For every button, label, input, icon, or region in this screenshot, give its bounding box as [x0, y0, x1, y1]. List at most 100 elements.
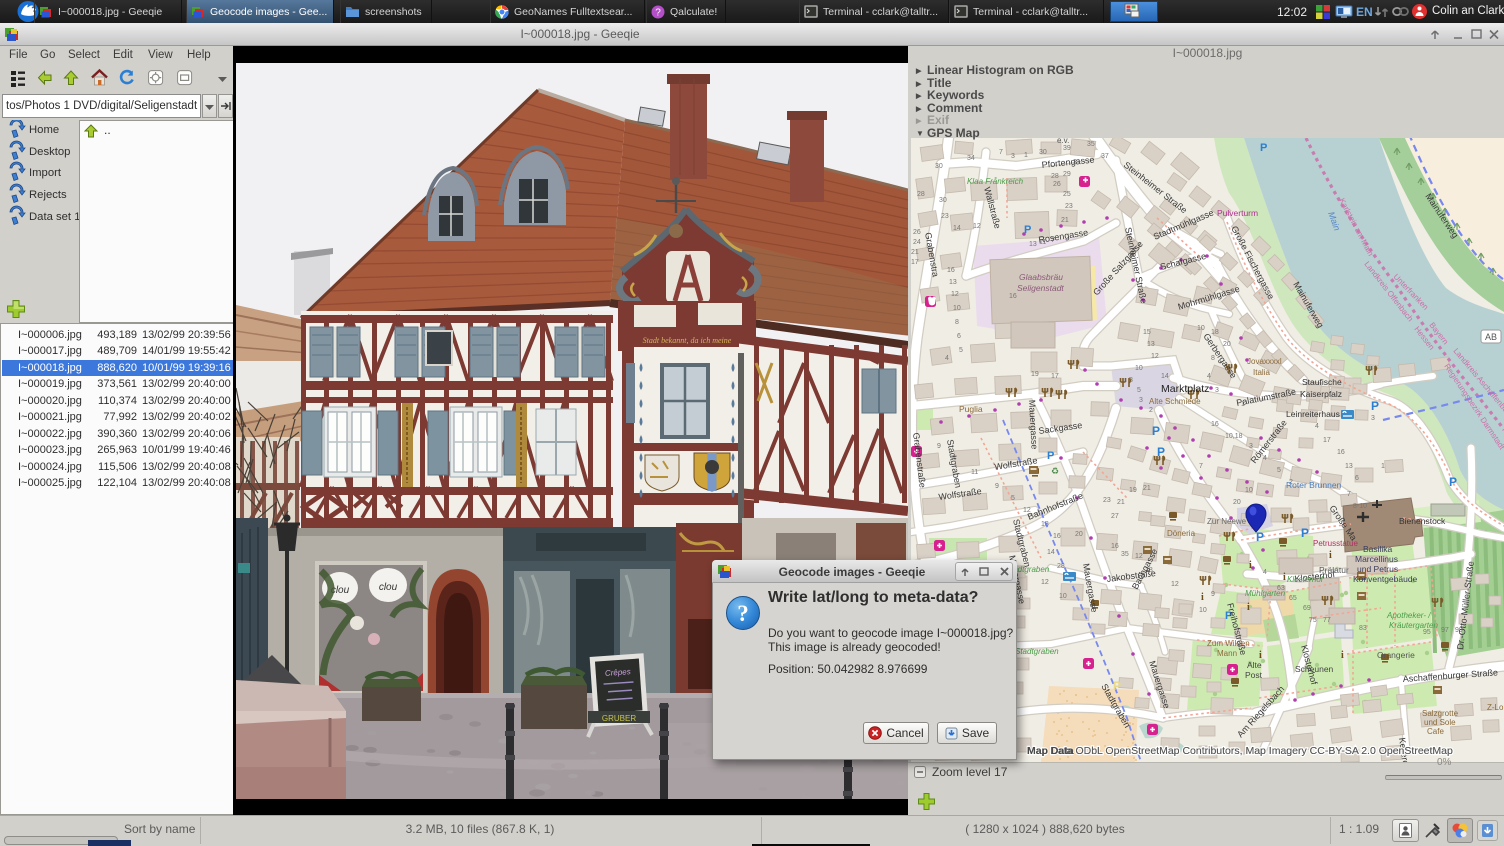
svg-text:Scheunen: Scheunen	[1295, 664, 1334, 674]
svg-text:16: 16	[1009, 293, 1017, 300]
svg-text:P: P	[1260, 142, 1267, 154]
svg-text:19: 19	[1129, 487, 1137, 494]
svg-text:10: 10	[1197, 325, 1205, 332]
svg-text:Glaabsbräu: Glaabsbräu	[1019, 272, 1063, 282]
svg-text:P: P	[1256, 530, 1264, 544]
svg-text:Kaiserpfalz: Kaiserpfalz	[1300, 389, 1342, 399]
svg-text:23: 23	[1065, 203, 1073, 210]
svg-text:31: 31	[1073, 159, 1081, 166]
svg-text:Sackgasse: Sackgasse	[1038, 420, 1083, 436]
svg-text:1: 1	[1381, 463, 1385, 470]
svg-text:12: 12	[1135, 553, 1143, 560]
svg-text:4: 4	[1263, 569, 1267, 576]
svg-text:Italia: Italia	[1253, 368, 1270, 377]
svg-text:16: 16	[1337, 449, 1345, 456]
svg-text:Apotheker- /: Apotheker- /	[1386, 611, 1431, 620]
svg-text:23: 23	[941, 213, 949, 220]
svg-text:23: 23	[1103, 497, 1111, 504]
svg-text:21: 21	[1143, 485, 1151, 492]
svg-text:Palatiumstraße: Palatiumstraße	[1235, 387, 1296, 408]
svg-text:3: 3	[1371, 415, 1375, 422]
svg-text:37: 37	[1101, 153, 1109, 160]
svg-text:Z-Lo: Z-Lo	[1487, 703, 1504, 712]
svg-text:?: ?	[655, 7, 661, 18]
svg-text:18: 18	[1041, 521, 1049, 528]
svg-text:13: 13	[1147, 341, 1155, 348]
svg-text:AB: AB	[1485, 332, 1497, 342]
svg-text:Seligenstadt: Seligenstadt	[1017, 283, 1064, 293]
svg-text:2: 2	[1149, 407, 1153, 414]
svg-text:Am Riegelsbach: Am Riegelsbach	[1235, 684, 1286, 739]
svg-text:12: 12	[1171, 581, 1179, 588]
svg-text:Dr.-Otto-Müller-Straße: Dr.-Otto-Müller-Straße	[1455, 561, 1476, 651]
svg-text:Karlstein am Main: Karlstein am Main	[1337, 197, 1375, 258]
svg-text:8-10: 8-10	[1353, 503, 1367, 510]
svg-text:Roter Brunnen: Roter Brunnen	[1286, 480, 1342, 490]
svg-text:Pulverturm: Pulverturm	[1217, 208, 1258, 218]
svg-text:75: 75	[1309, 617, 1317, 624]
svg-text:14: 14	[953, 225, 961, 232]
svg-text:10: 10	[1135, 365, 1143, 372]
svg-text:5: 5	[959, 347, 963, 354]
svg-text:3: 3	[1011, 153, 1015, 160]
svg-text:4: 4	[1315, 423, 1319, 430]
svg-text:i: i	[1283, 572, 1286, 583]
svg-text:Marcellinus: Marcellinus	[1355, 554, 1398, 564]
svg-text:Konventgebäude: Konventgebäude	[1353, 574, 1418, 584]
svg-text:3: 3	[1215, 387, 1219, 394]
svg-text:26: 26	[913, 229, 921, 236]
svg-text:15: 15	[1143, 329, 1151, 336]
svg-text:Pfortengasse: Pfortengasse	[1041, 154, 1095, 169]
svg-text:77: 77	[1323, 617, 1331, 624]
svg-text:Döneria: Döneria	[1167, 529, 1196, 538]
svg-text:20: 20	[1233, 499, 1241, 506]
svg-text:Cafe: Cafe	[1427, 727, 1444, 736]
svg-text:69: 69	[1303, 605, 1311, 612]
svg-text:Stadtgraben: Stadtgraben	[1015, 647, 1059, 656]
svg-text:9: 9	[995, 483, 999, 490]
svg-text:35: 35	[1121, 551, 1129, 558]
svg-text:Prälatur: Prälatur	[1319, 565, 1349, 575]
svg-text:Grabenstra: Grabenstra	[923, 232, 941, 278]
svg-text:29: 29	[1063, 171, 1071, 178]
svg-text:P: P	[1024, 224, 1031, 236]
svg-text:Main: Main	[1326, 210, 1342, 232]
svg-text:20: 20	[1075, 531, 1083, 538]
svg-text:21: 21	[911, 249, 919, 256]
svg-text:♻: ♻	[1051, 466, 1059, 476]
svg-text:Mainuferweg: Mainuferweg	[1291, 280, 1325, 330]
svg-text:Mauergasse: Mauergasse	[1027, 400, 1040, 450]
svg-text:Staufische: Staufische	[1302, 377, 1342, 387]
svg-text:Alte Schmiede: Alte Schmiede	[1149, 397, 1201, 406]
svg-text:Import: Import	[29, 167, 62, 179]
svg-text:und Sole: und Sole	[1424, 718, 1456, 727]
svg-text:25: 25	[1063, 191, 1071, 198]
svg-text:Zum Wilden: Zum Wilden	[1207, 639, 1250, 648]
svg-text:Steinheimer Straße: Steinheimer Straße	[1122, 160, 1189, 216]
svg-text:35: 35	[1087, 141, 1095, 148]
svg-text:7: 7	[999, 149, 1003, 156]
svg-text:39: 39	[1063, 145, 1071, 152]
svg-text:16: 16	[1111, 543, 1119, 550]
svg-text:Stadtgraben: Stadtgraben	[945, 439, 963, 489]
svg-text:83: 83	[1359, 625, 1367, 632]
svg-text:13: 13	[1345, 463, 1353, 470]
svg-text:Alte: Alte	[1247, 660, 1262, 670]
svg-text:13: 13	[1029, 241, 1037, 248]
svg-text:16: 16	[947, 267, 955, 274]
svg-text:95: 95	[1423, 629, 1431, 636]
svg-text:5: 5	[1277, 467, 1281, 474]
svg-text:4: 4	[1207, 373, 1211, 380]
svg-text:Römerstraße: Römerstraße	[1249, 418, 1289, 466]
svg-text:6: 6	[957, 333, 961, 340]
svg-text:11: 11	[971, 469, 978, 476]
svg-text:28: 28	[917, 191, 925, 198]
svg-text:7: 7	[1199, 463, 1203, 470]
svg-text:und Petrus: und Petrus	[1357, 564, 1398, 574]
svg-text:P: P	[1301, 526, 1309, 540]
svg-text:Mainuferweg: Mainuferweg	[1423, 192, 1460, 240]
svg-text:Mühlgarten: Mühlgarten	[1245, 589, 1286, 598]
svg-text:P: P	[1047, 450, 1054, 462]
svg-text:9: 9	[937, 443, 941, 450]
svg-text:Home: Home	[29, 124, 59, 136]
